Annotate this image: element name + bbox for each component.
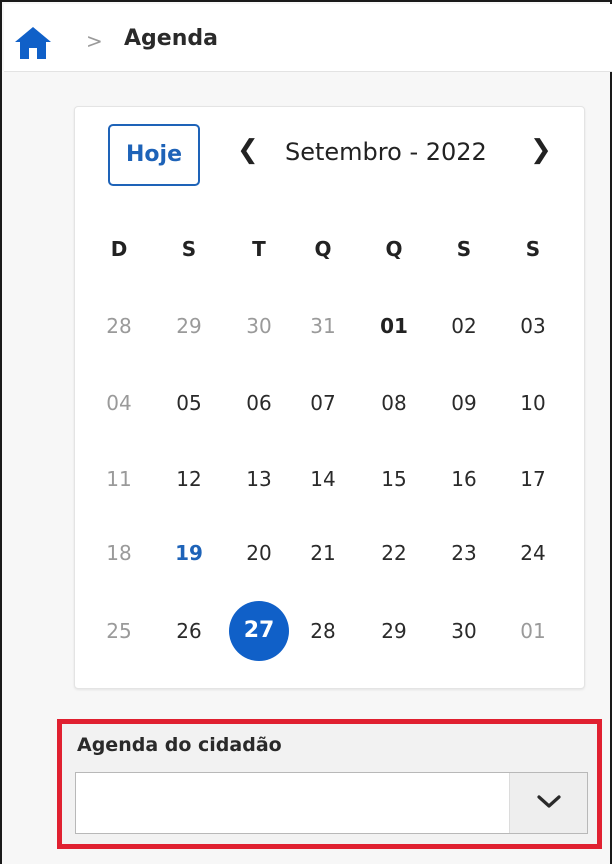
weekday-header: S [181, 237, 197, 261]
weekday-header: Q [385, 237, 403, 261]
calendar-day[interactable]: 01 [364, 296, 424, 356]
calendar-day[interactable]: 10 [503, 373, 563, 433]
home-icon[interactable] [14, 26, 52, 60]
breadcrumb: > Agenda [4, 4, 612, 72]
calendar-day[interactable]: 25 [89, 601, 149, 661]
calendar-day[interactable]: 16 [434, 449, 494, 509]
calendar-card: Hoje ❮ Setembro - 2022 ❯ DSTQQSS 28 29 30 3… [74, 106, 585, 689]
calendar-day[interactable]: 22 [364, 523, 424, 583]
chevron-down-icon [537, 795, 561, 808]
calendar-day[interactable]: 07 [293, 373, 353, 433]
weekday-header: Q [314, 237, 332, 261]
calendar-day[interactable]: 18 [89, 523, 149, 583]
calendar-day[interactable]: 13 [229, 449, 289, 509]
weekday-header: S [525, 237, 541, 261]
month-label: Setembro - 2022 [285, 138, 487, 166]
calendar-day[interactable]: 27 [229, 601, 289, 661]
calendar-day[interactable]: 06 [229, 373, 289, 433]
citizen-agenda-section: Agenda do cidadão [57, 719, 602, 849]
weekday-header: S [456, 237, 472, 261]
calendar-day[interactable]: 05 [159, 373, 219, 433]
calendar-day[interactable]: 15 [364, 449, 424, 509]
calendar-day[interactable]: 19 [159, 523, 219, 583]
calendar-day[interactable]: 28 [89, 296, 149, 356]
calendar-day[interactable]: 30 [434, 601, 494, 661]
calendar-day[interactable]: 28 [293, 601, 353, 661]
calendar-day[interactable]: 04 [89, 373, 149, 433]
calendar-day[interactable]: 12 [159, 449, 219, 509]
weekday-header: T [252, 237, 266, 261]
calendar-day[interactable]: 30 [229, 296, 289, 356]
calendar-day[interactable]: 26 [159, 601, 219, 661]
citizen-agenda-label: Agenda do cidadão [77, 734, 282, 756]
calendar-day[interactable]: 14 [293, 449, 353, 509]
calendar-day[interactable]: 23 [434, 523, 494, 583]
today-button[interactable]: Hoje [108, 124, 200, 186]
calendar-day[interactable]: 01 [503, 601, 563, 661]
weekday-header: D [110, 237, 128, 261]
chevron-left-icon[interactable]: ❮ [237, 135, 259, 165]
calendar-day[interactable]: 31 [293, 296, 353, 356]
calendar-day[interactable]: 29 [159, 296, 219, 356]
page-title: Agenda [124, 26, 218, 51]
calendar-day[interactable]: 11 [89, 449, 149, 509]
calendar-day[interactable]: 09 [434, 373, 494, 433]
citizen-agenda-select[interactable] [75, 772, 588, 834]
chevron-right-icon[interactable]: ❯ [530, 135, 552, 165]
calendar-day[interactable]: 21 [293, 523, 353, 583]
calendar-day[interactable]: 24 [503, 523, 563, 583]
app-frame: > Agenda Hoje ❮ Setembro - 2022 ❯ D S T Q Q S… [0, 0, 612, 864]
dropdown-toggle-button[interactable] [509, 773, 587, 833]
calendar-day[interactable]: 17 [503, 449, 563, 509]
calendar-day[interactable]: 03 [503, 296, 563, 356]
calendar-day[interactable]: 08 [364, 373, 424, 433]
calendar-day[interactable]: 02 [434, 296, 494, 356]
breadcrumb-separator: > [86, 29, 103, 53]
calendar-day[interactable]: 29 [364, 601, 424, 661]
calendar-day[interactable]: 20 [229, 523, 289, 583]
